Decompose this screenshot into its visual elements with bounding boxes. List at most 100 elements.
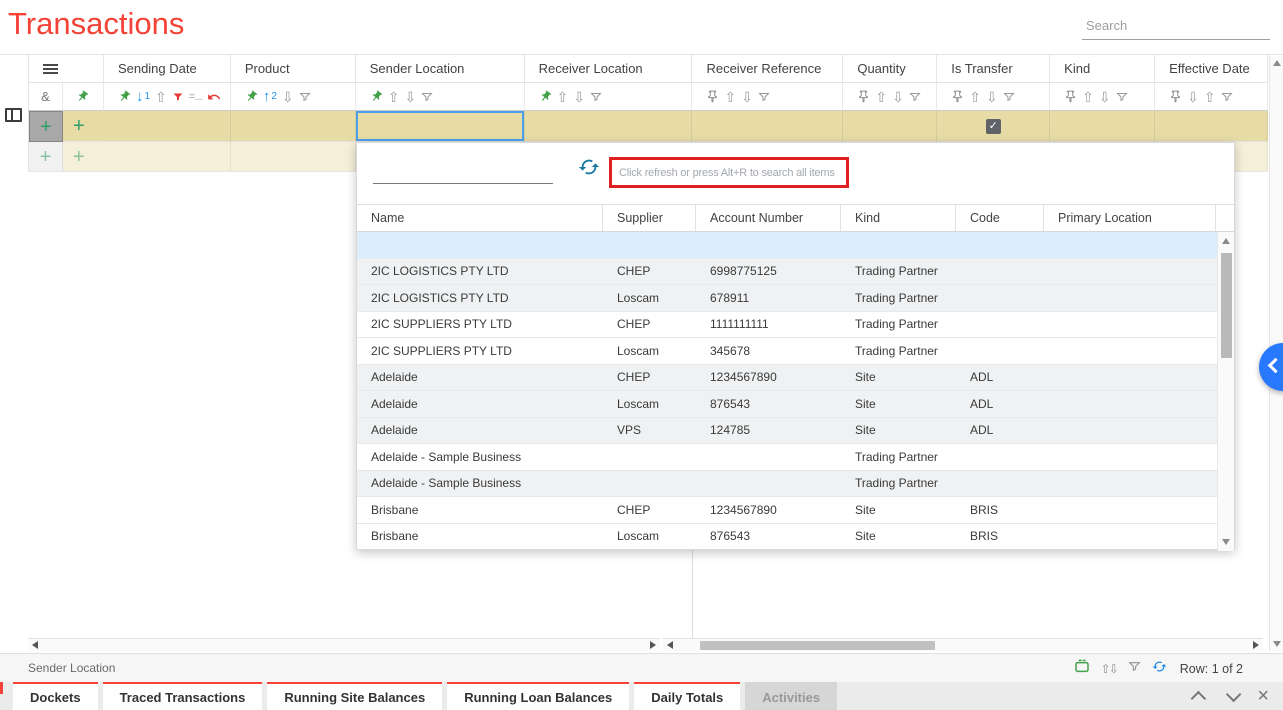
scroll-left-arrow-icon[interactable] [32,641,38,649]
column-chooser-icon[interactable] [5,108,22,122]
filter-funnel-icon[interactable] [1116,91,1128,103]
cell-receiver-reference[interactable] [692,111,843,142]
arrow-up-icon[interactable]: ⇧ [1204,90,1216,104]
arrow-up-icon[interactable]: ⇧ [724,90,736,104]
hamburger-icon[interactable] [43,62,58,76]
arrow-down-icon[interactable]: ⇩ [741,90,753,104]
filter-funnel-icon[interactable] [758,91,770,103]
arrow-down-icon[interactable]: ⇩ [986,90,998,104]
scroll-down-arrow-icon[interactable] [1222,539,1230,545]
scrollbar-thumb[interactable] [700,641,935,650]
filter-funnel-icon[interactable] [172,91,184,103]
location-row[interactable]: 2IC LOGISTICS PTY LTDCHEP6998775125Tradi… [357,259,1234,286]
cell-quantity[interactable] [843,111,937,142]
column-header-quantity[interactable]: Quantity [843,55,937,83]
pin-icon[interactable] [76,90,89,103]
add-row-cell[interactable]: + [63,111,104,142]
filter-funnel-icon[interactable] [1003,91,1015,103]
tab-activities[interactable]: Activities [745,682,837,710]
arrow-up-icon[interactable]: ⇧ [155,90,167,104]
filter-funnel-icon[interactable] [909,91,921,103]
cell-product[interactable] [231,142,356,172]
row-indicator-cell[interactable]: + [29,142,63,172]
popup-scrollbar[interactable] [1217,232,1234,551]
cell-is-transfer[interactable]: ✓ [937,111,1050,142]
arrow-down-icon[interactable]: ⇩ [1187,90,1199,104]
filter-funnel-icon[interactable] [1221,91,1233,103]
tab-dockets[interactable]: Dockets [13,682,98,710]
column-header-product[interactable]: Product [231,55,356,83]
arrow-down-icon[interactable]: ⇩ [1099,90,1111,104]
tab-running-site-balances[interactable]: Running Site Balances [267,682,442,710]
arrow-down-icon[interactable]: ⇩ [892,90,904,104]
monitor-icon[interactable] [1074,658,1090,679]
arrow-down-icon[interactable]: ⇩ [573,90,585,104]
pin-icon[interactable] [539,90,552,103]
column-header-kind[interactable]: Kind [1050,55,1155,83]
arrow-up-icon[interactable]: ⇧ [875,90,887,104]
column-header-is-transfer[interactable]: Is Transfer [937,55,1050,83]
arrow-down-icon[interactable]: ⇩ [282,90,294,104]
scroll-left-arrow-icon[interactable] [667,641,673,649]
scroll-down-arrow-icon[interactable] [1273,641,1281,647]
column-header-sending-date[interactable]: Sending Date [104,55,231,83]
cell-sending-date[interactable] [104,111,231,142]
location-row[interactable]: AdelaideCHEP1234567890SiteADL [357,365,1234,392]
location-row[interactable]: 2IC SUPPLIERS PTY LTDCHEP1111111111Tradi… [357,312,1234,339]
column-header-receiver-reference[interactable]: Receiver Reference [692,55,843,83]
column-header-effective-date[interactable]: Effective Date [1155,55,1268,83]
location-row[interactable]: BrisbaneLoscam876543SiteBRIS [357,524,1234,550]
add-row-cell[interactable]: + [63,142,104,172]
close-icon[interactable]: × [1257,686,1269,706]
pin-icon[interactable] [245,90,258,103]
popup-column-header-name[interactable]: Name [357,205,603,231]
cell-sender-location[interactable] [356,111,525,142]
popup-column-header-kind[interactable]: Kind [841,205,956,231]
scroll-up-arrow-icon[interactable] [1222,238,1230,244]
arrow-up-icon[interactable]: ⇧ [388,90,400,104]
location-row[interactable]: 2IC SUPPLIERS PTY LTDLoscam345678Trading… [357,338,1234,365]
filter-funnel-icon[interactable] [421,91,433,103]
cell-kind[interactable] [1050,111,1155,142]
popup-column-header-code[interactable]: Code [956,205,1044,231]
arrow-up-icon[interactable]: ⇧ [557,90,569,104]
location-row[interactable]: AdelaideVPS124785SiteADL [357,418,1234,445]
cell-sending-date[interactable] [104,142,231,172]
filter-condition-text[interactable]: =... [189,91,203,103]
undo-icon[interactable] [207,90,221,104]
pin-icon[interactable] [118,90,131,103]
chevron-down-icon[interactable] [1226,686,1242,702]
sort-order-icon[interactable]: ⇧⇩ [1101,662,1117,676]
search-input[interactable] [1082,12,1270,40]
filter-operator-cell[interactable]: & [29,83,63,111]
location-filter-input[interactable] [373,158,553,184]
sort-up-icon[interactable]: ↑ [263,89,271,104]
pin-icon[interactable] [1169,90,1182,103]
pin-icon[interactable] [951,90,964,103]
scroll-right-arrow-icon[interactable] [650,641,656,649]
filter-funnel-icon[interactable] [299,91,311,103]
cell-product[interactable] [231,111,356,142]
cell-effective-date[interactable] [1155,111,1268,142]
column-header-receiver-location[interactable]: Receiver Location [525,55,693,83]
popup-column-header-account-number[interactable]: Account Number [696,205,841,231]
pin-icon[interactable] [857,90,870,103]
filter-funnel-icon[interactable] [590,91,602,103]
scroll-right-arrow-icon[interactable] [1253,641,1259,649]
refresh-icon[interactable] [1152,659,1167,679]
is-transfer-checkbox[interactable]: ✓ [986,119,1001,134]
cell-receiver-location[interactable] [525,111,693,142]
location-row[interactable]: BrisbaneCHEP1234567890SiteBRIS [357,497,1234,524]
location-row[interactable]: AdelaideLoscam876543SiteADL [357,391,1234,418]
grid-row-1[interactable]: ++ ✓ [29,111,1268,142]
location-row[interactable] [357,232,1234,259]
popup-column-header-primary-location[interactable]: Primary Location [1044,205,1216,231]
column-header-sender-location[interactable]: Sender Location [356,55,525,83]
row-indicator-cell[interactable]: + [29,111,63,142]
popup-column-header-supplier[interactable]: Supplier [603,205,696,231]
arrow-down-icon[interactable]: ⇩ [404,90,416,104]
location-row[interactable]: Adelaide - Sample BusinessTrading Partne… [357,444,1234,471]
location-row[interactable]: Adelaide - Sample BusinessTrading Partne… [357,471,1234,498]
refresh-icon[interactable] [576,154,602,180]
arrow-up-icon[interactable]: ⇧ [969,90,981,104]
